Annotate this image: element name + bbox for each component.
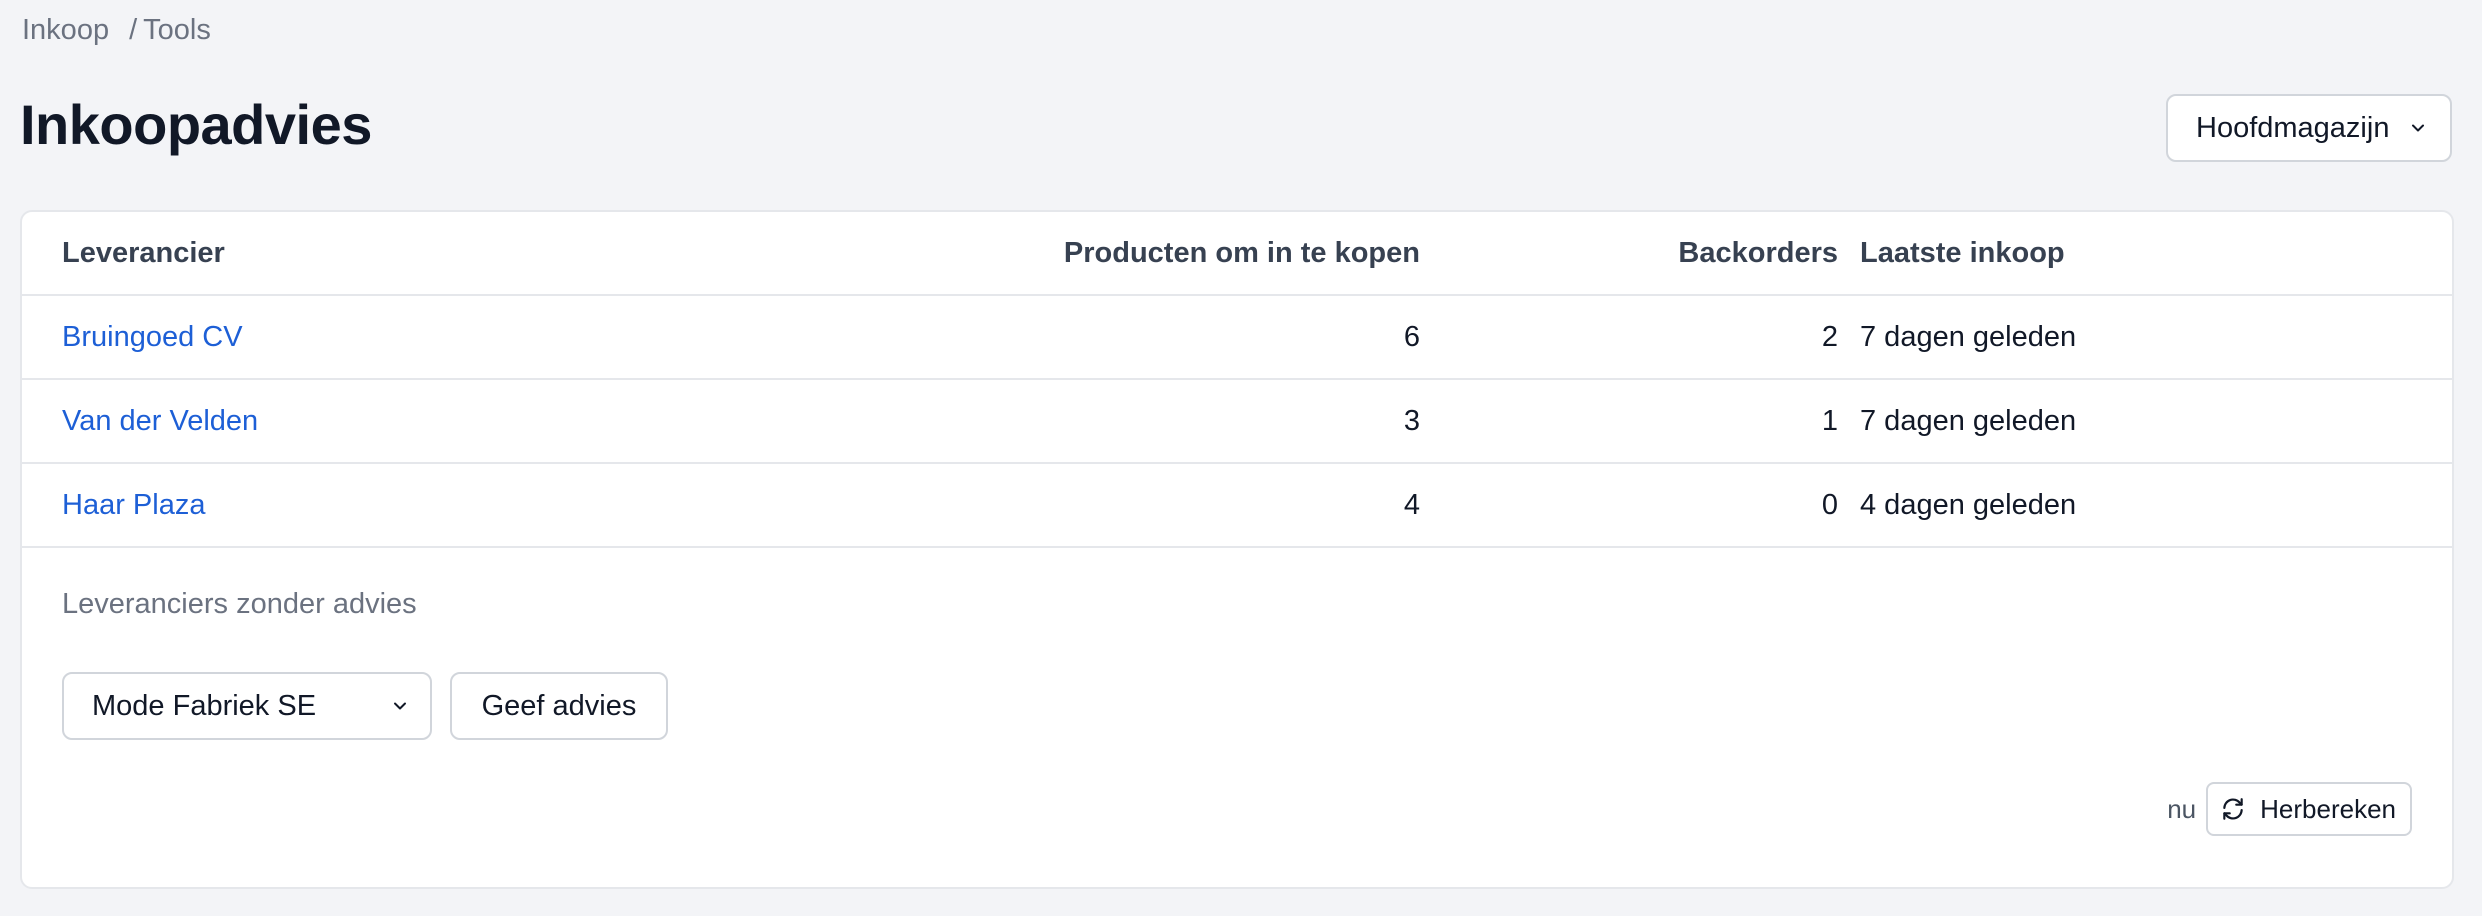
- last-purchase: 7 dagen geleden: [1860, 320, 2077, 353]
- products-count: 6: [1403, 320, 1420, 353]
- last-purchase: 7 dagen geleden: [1860, 404, 2077, 437]
- breadcrumb: Inkoop / Tools: [22, 14, 211, 47]
- no-advice-label: Leveranciers zonder advies: [62, 588, 417, 620]
- supplier-select-value: Mode Fabriek SE: [92, 689, 317, 722]
- breadcrumb-separator: /: [129, 14, 138, 46]
- supplier-select[interactable]: Mode Fabriek SE: [62, 672, 432, 740]
- table-row: Haar Plaza 4 0 4 dagen geleden: [22, 464, 2452, 548]
- supplier-link[interactable]: Bruingoed CV: [62, 296, 243, 378]
- supplier-link[interactable]: Haar Plaza: [62, 464, 205, 546]
- purchase-advice-card: Leverancier Producten om in te kopen Bac…: [20, 210, 2454, 889]
- warehouse-select[interactable]: Hoofdmagazijn: [2166, 94, 2452, 162]
- recalculate-button[interactable]: Herbereken: [2206, 782, 2412, 836]
- backorders-count: 1: [1821, 404, 1838, 437]
- recalc-timestamp: nu: [2167, 793, 2197, 824]
- recalculate-label: Herbereken: [2260, 793, 2396, 824]
- backorders-count: 0: [1821, 488, 1838, 521]
- header-backorders: Backorders: [1678, 236, 1838, 269]
- supplier-link[interactable]: Van der Velden: [62, 380, 258, 462]
- backorders-count: 2: [1821, 320, 1838, 353]
- chevron-down-icon: [394, 702, 406, 710]
- products-count: 3: [1403, 404, 1420, 437]
- chevron-down-icon: [2412, 124, 2424, 132]
- breadcrumb-item-tools[interactable]: Tools: [143, 14, 211, 47]
- header-supplier: Leverancier: [62, 236, 225, 269]
- table-header: Leverancier Producten om in te kopen Bac…: [22, 212, 2452, 296]
- header-products: Producten om in te kopen: [1063, 236, 1420, 269]
- header-last-purchase: Laatste inkoop: [1860, 236, 2065, 269]
- last-purchase: 4 dagen geleden: [1860, 488, 2077, 521]
- give-advice-button[interactable]: Geef advies: [450, 672, 668, 740]
- refresh-icon: [2223, 798, 2243, 820]
- page-title: Inkoopadvies: [20, 93, 372, 156]
- table-row: Bruingoed CV 6 2 7 dagen geleden: [22, 296, 2452, 380]
- warehouse-select-value: Hoofdmagazijn: [2196, 111, 2390, 144]
- breadcrumb-item-inkoop[interactable]: Inkoop: [22, 14, 109, 47]
- recalc-area: nu Herbereken: [2167, 782, 2412, 836]
- table-row: Van der Velden 3 1 7 dagen geleden: [22, 380, 2452, 464]
- products-count: 4: [1403, 488, 1420, 521]
